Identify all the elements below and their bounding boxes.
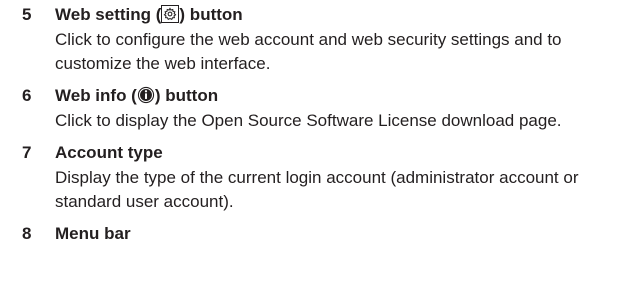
item-number: 8	[22, 224, 32, 243]
item-title-prefix: Web info (	[55, 86, 137, 105]
definition-list: 5 Web setting ( ) button Click to configu…	[22, 3, 632, 254]
gear-icon	[161, 5, 180, 23]
item-title-suffix: ) button	[154, 86, 219, 105]
item-number: 5	[22, 5, 32, 24]
item-title: Web info ( ) button	[55, 84, 632, 108]
item-description: Display the type of the current login ac…	[55, 168, 579, 211]
list-item-account-type: 7 Account type Display the type of the c…	[22, 141, 632, 214]
item-title: Web setting ( ) button	[55, 3, 632, 27]
list-item-menu-bar: 8 Menu bar	[22, 222, 632, 246]
item-description: Click to display the Open Source Softwar…	[55, 111, 562, 130]
item-number: 7	[22, 143, 32, 162]
item-title-prefix: Web setting (	[55, 5, 162, 24]
item-description: Click to configure the web account and w…	[55, 30, 562, 73]
list-item-web-setting: 5 Web setting ( ) button Click to configu…	[22, 3, 632, 76]
item-title-suffix: ) button	[179, 5, 243, 24]
item-title: Account type	[55, 143, 163, 162]
info-icon	[137, 86, 154, 104]
item-number: 6	[22, 86, 32, 105]
list-item-web-info: 6 Web info ( ) button Click to display th…	[22, 84, 632, 133]
item-title: Menu bar	[55, 224, 131, 243]
